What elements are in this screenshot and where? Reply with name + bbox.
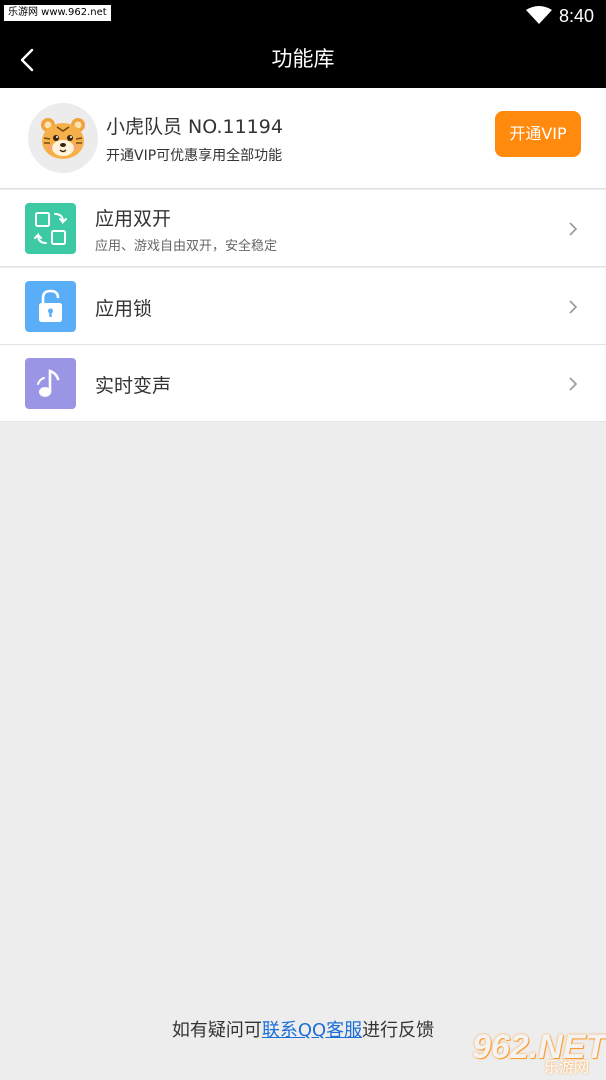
lock-icon xyxy=(25,281,76,332)
page-title: 功能库 xyxy=(271,47,335,71)
feature-row-app-lock[interactable]: 应用锁 xyxy=(0,268,606,345)
feature-title: 应用双开 xyxy=(95,208,172,230)
user-name: 小虎队员 NO.11194 xyxy=(106,116,283,138)
watermark-logo-subtext: 乐游网 xyxy=(544,1058,590,1076)
profile-card: 小虎队员 NO.11194 开通VIP可优惠享用全部功能 开通VIP xyxy=(0,88,606,189)
music-note-icon xyxy=(25,358,76,409)
footer-prefix: 如有疑问可 xyxy=(171,1020,262,1041)
feature-title: 实时变声 xyxy=(95,375,172,397)
watermark-logo: 962.NET 乐游网 xyxy=(470,1028,606,1076)
chevron-right-icon xyxy=(569,377,578,391)
avatar[interactable] xyxy=(28,103,98,173)
dual-app-icon xyxy=(25,203,76,254)
open-vip-button[interactable]: 开通VIP xyxy=(495,111,581,157)
back-arrow-icon[interactable] xyxy=(14,45,42,75)
chevron-right-icon xyxy=(569,222,578,236)
feature-title: 应用锁 xyxy=(95,298,153,320)
footer-suffix: 进行反馈 xyxy=(362,1020,435,1041)
watermark-badge: 乐游网 www.962.net xyxy=(4,5,111,21)
contact-qq-support-link[interactable]: 联系QQ客服 xyxy=(262,1020,362,1041)
wifi-icon xyxy=(526,6,552,24)
tiger-avatar-icon xyxy=(41,118,85,159)
chevron-right-icon xyxy=(569,300,578,314)
feature-row-dual-app[interactable]: 应用双开 应用、游戏自由双开，安全稳定 xyxy=(0,190,606,267)
feature-description: 应用、游戏自由双开，安全稳定 xyxy=(95,239,278,254)
status-time: 8:40 xyxy=(558,6,594,26)
feature-row-voice-changer[interactable]: 实时变声 xyxy=(0,345,606,422)
vip-promo-text: 开通VIP可优惠享用全部功能 xyxy=(106,148,283,164)
status-bar: 乐游网 www.962.net 8:40 xyxy=(0,0,606,31)
app-bar: 功能库 xyxy=(0,31,606,88)
